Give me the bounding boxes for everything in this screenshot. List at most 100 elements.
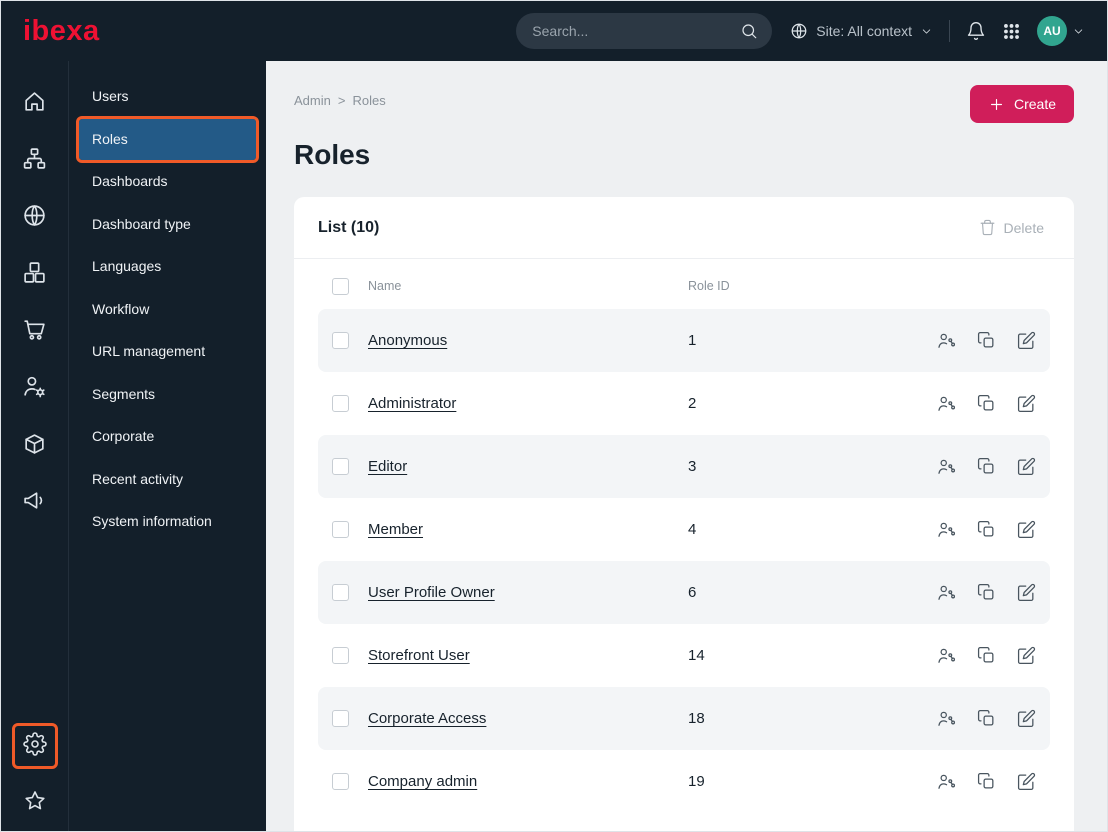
sidebar-item-system-information[interactable]: System information — [79, 501, 256, 543]
cart-icon[interactable] — [1, 301, 69, 358]
role-name-link[interactable]: Corporate Access — [368, 710, 688, 727]
search-input[interactable] — [530, 22, 733, 40]
role-name-link[interactable]: Storefront User — [368, 647, 688, 664]
user-settings-icon[interactable] — [1, 358, 69, 415]
table-header-row: Name Role ID — [318, 263, 1050, 309]
sidebar-item-recent-activity[interactable]: Recent activity — [79, 459, 256, 501]
breadcrumb-admin[interactable]: Admin — [294, 93, 331, 108]
edit-button[interactable] — [1017, 709, 1036, 728]
settings-highlight-box[interactable] — [11, 723, 58, 769]
sidebar-item-corporate[interactable]: Corporate — [79, 416, 256, 458]
global-search[interactable] — [516, 13, 773, 49]
table-row: Storefront User 14 — [318, 624, 1050, 687]
copy-button[interactable] — [977, 583, 996, 602]
edit-button[interactable] — [1017, 772, 1036, 791]
breadcrumb: Admin > Roles — [294, 85, 386, 108]
create-button-label: Create — [1013, 96, 1056, 112]
edit-button[interactable] — [1017, 457, 1036, 476]
role-id: 1 — [688, 332, 697, 349]
row-checkbox[interactable] — [332, 710, 349, 727]
assign-button[interactable] — [937, 646, 956, 665]
app-window: ibexa Site: All context — [0, 0, 1108, 832]
apps-grid-icon[interactable] — [1002, 22, 1021, 41]
edit-button[interactable] — [1017, 331, 1036, 350]
assign-button[interactable] — [937, 709, 956, 728]
blocks-icon[interactable] — [1, 244, 69, 301]
edit-button[interactable] — [1017, 520, 1036, 539]
edit-button[interactable] — [1017, 583, 1036, 602]
ibexa-logo[interactable]: ibexa — [23, 16, 100, 46]
role-name-link[interactable]: Member — [368, 521, 688, 538]
select-all-checkbox[interactable] — [332, 277, 349, 295]
list-count-title: List (10) — [318, 218, 380, 236]
star-icon[interactable] — [23, 781, 47, 821]
sidebar-item-dashboards[interactable]: Dashboards — [79, 161, 256, 203]
edit-button[interactable] — [1017, 394, 1036, 413]
copy-button[interactable] — [977, 394, 996, 413]
table-row: User Profile Owner 6 — [318, 561, 1050, 624]
table-row: Member 4 — [318, 498, 1050, 561]
copy-button[interactable] — [977, 457, 996, 476]
role-id: 18 — [688, 710, 705, 727]
copy-button[interactable] — [977, 646, 996, 665]
search-icon[interactable] — [740, 22, 758, 40]
edit-button[interactable] — [1017, 646, 1036, 665]
create-button[interactable]: Create — [969, 85, 1074, 123]
sidebar-item-workflow[interactable]: Workflow — [79, 289, 256, 331]
main-content: Admin > Roles Create Roles List (10) Del… — [266, 61, 1107, 831]
sidebar-item-users[interactable]: Users — [79, 76, 256, 118]
site-context-selector[interactable]: Site: All context — [790, 22, 933, 40]
copy-button[interactable] — [977, 709, 996, 728]
role-name-link[interactable]: Editor — [368, 458, 688, 475]
assign-button[interactable] — [937, 772, 956, 791]
row-checkbox[interactable] — [332, 584, 349, 601]
avatar[interactable]: AU — [1037, 16, 1067, 46]
bell-icon[interactable] — [966, 21, 986, 41]
globe-icon[interactable] — [1, 187, 69, 244]
sidebar-item-segments[interactable]: Segments — [79, 374, 256, 416]
role-id: 14 — [688, 647, 705, 664]
delete-button[interactable]: Delete — [973, 218, 1050, 237]
assign-button[interactable] — [937, 457, 956, 476]
megaphone-icon[interactable] — [1, 472, 69, 529]
user-menu[interactable]: AU — [1037, 16, 1085, 46]
globe-icon — [790, 22, 808, 40]
row-checkbox[interactable] — [332, 395, 349, 412]
row-checkbox[interactable] — [332, 773, 349, 790]
copy-button[interactable] — [977, 772, 996, 791]
assign-button[interactable] — [937, 583, 956, 602]
trash-icon — [979, 219, 996, 236]
sidebar-menu: Users Roles Dashboards Dashboard type Langua… — [69, 61, 266, 831]
assign-button[interactable] — [937, 520, 956, 539]
breadcrumb-separator: > — [337, 93, 346, 108]
topbar: ibexa Site: All context — [1, 1, 1107, 61]
package-icon[interactable] — [1, 415, 69, 472]
breadcrumb-roles[interactable]: Roles — [352, 93, 385, 108]
delete-button-label: Delete — [1003, 219, 1044, 236]
settings-gear-icon[interactable] — [22, 731, 47, 761]
copy-button[interactable] — [977, 331, 996, 350]
sidebar-item-dashboard-type[interactable]: Dashboard type — [79, 204, 256, 246]
copy-button[interactable] — [977, 520, 996, 539]
sitemap-icon[interactable] — [1, 130, 69, 187]
role-name-link[interactable]: Anonymous — [368, 332, 688, 349]
chevron-down-icon — [1072, 25, 1085, 38]
sidebar-item-roles[interactable]: Roles — [76, 115, 259, 163]
role-id: 2 — [688, 395, 697, 412]
row-checkbox[interactable] — [332, 521, 349, 538]
site-context-label: Site: All context — [816, 23, 912, 39]
assign-button[interactable] — [937, 331, 956, 350]
table-row: Anonymous 1 — [318, 309, 1050, 372]
role-name-link[interactable]: Company admin — [368, 773, 688, 790]
table-row: Company admin 19 — [318, 750, 1050, 813]
row-checkbox[interactable] — [332, 647, 349, 664]
home-icon[interactable] — [1, 73, 69, 130]
row-checkbox[interactable] — [332, 458, 349, 475]
sidebar-item-url-management[interactable]: URL management — [79, 331, 256, 373]
sidebar-item-languages[interactable]: Languages — [79, 246, 256, 288]
role-name-link[interactable]: User Profile Owner — [368, 584, 688, 601]
assign-button[interactable] — [937, 394, 956, 413]
role-name-link[interactable]: Administrator — [368, 395, 688, 412]
topbar-divider — [949, 20, 950, 42]
row-checkbox[interactable] — [332, 332, 349, 349]
